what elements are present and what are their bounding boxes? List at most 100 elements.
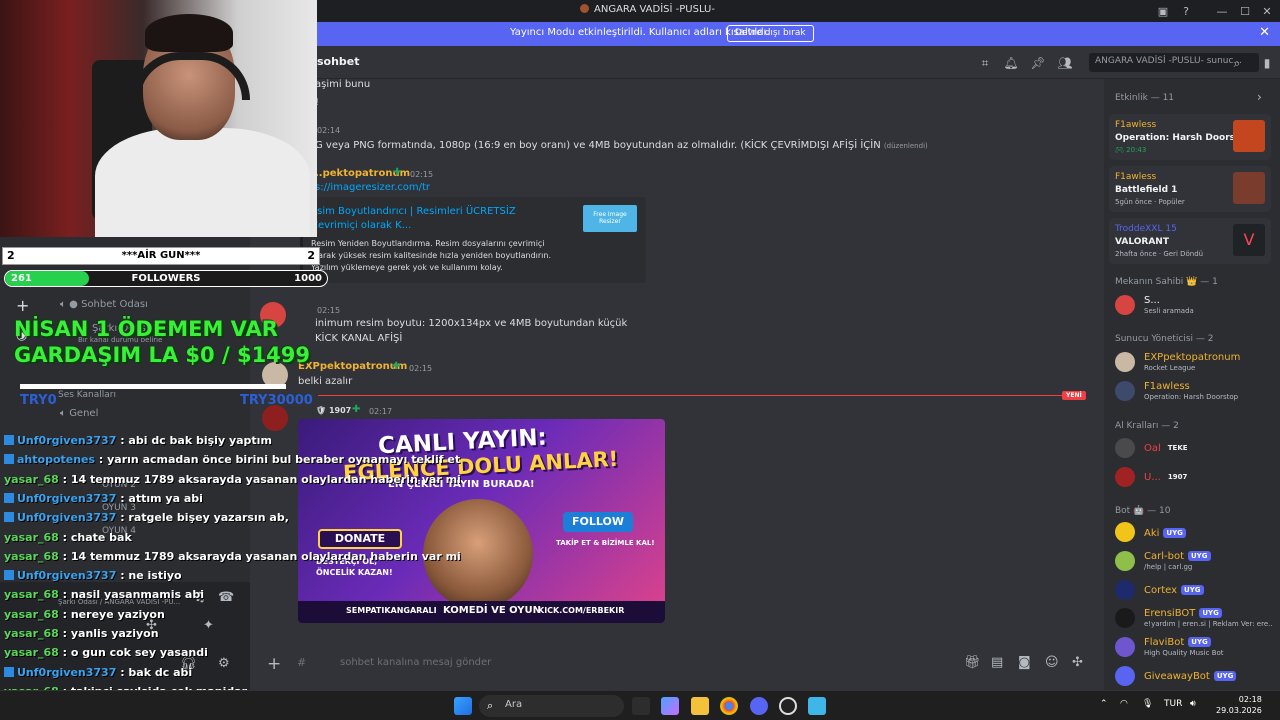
wifi-icon[interactable]: ◠ [1120, 699, 1128, 709]
promo-handle-instagram: SEMPATIKANGARALI [346, 606, 437, 615]
message-input[interactable]: sohbet kanalına mesaj gönder [340, 657, 491, 668]
close-window-icon[interactable]: ✕ [1259, 3, 1275, 19]
search-icon: ⌕ [1233, 55, 1241, 70]
member-name[interactable]: EXPpektopatronum [1144, 352, 1240, 363]
task-view-icon[interactable] [632, 697, 650, 715]
bell-icon[interactable]: 🔔︎ [1003, 55, 1019, 71]
tray-chevron-icon[interactable]: ⌃ [1100, 699, 1108, 709]
stream-chat-text: : o gun cok sey yasandi [58, 646, 208, 659]
new-messages-badge: YENİ [1062, 391, 1086, 400]
start-icon[interactable] [454, 697, 472, 715]
stream-chat-user: yasar_68 [4, 646, 59, 659]
voice-category[interactable]: Ses Kanalları [58, 390, 116, 400]
maximize-icon[interactable]: ☐ [1237, 3, 1253, 19]
obs-icon[interactable] [779, 697, 797, 715]
help-icon[interactable]: ? [1178, 3, 1194, 19]
avatar[interactable] [1115, 381, 1135, 401]
emoji-icon[interactable]: ☺ [1045, 655, 1059, 670]
avatar[interactable] [1115, 438, 1135, 458]
sticker-icon[interactable]: ◙ [1018, 655, 1031, 670]
app-icon[interactable] [808, 697, 826, 715]
streamer-mode-banner: Yayıncı Modu etkinleştirildi. Kullanıcı … [317, 22, 1280, 46]
gun-title: ***AİR GUN*** [121, 250, 201, 261]
stream-chat-text: : yarın acmadan önce birini bul beraber … [95, 453, 461, 466]
stream-chat-user: yasar_68 [4, 473, 59, 486]
chevron-right-icon[interactable]: › [1257, 90, 1262, 104]
stream-promo-image[interactable]: CANLI YAYIN: EĞLENCE DOLU ANLAR! EN ÇEKİ… [298, 419, 665, 623]
avatar[interactable] [1115, 467, 1135, 487]
kick-badge-icon [4, 570, 14, 580]
member-name[interactable]: FlaviBot UYG [1144, 637, 1211, 648]
microphone-icon[interactable]: 🎙︎ [1142, 699, 1153, 709]
chrome-icon[interactable] [720, 697, 738, 715]
avatar[interactable] [1115, 352, 1135, 372]
stream-chat-line: yasar_68 : o gun cok sey yasandi [4, 646, 208, 659]
disable-streamer-mode-button[interactable]: Devre dışı bırak [727, 25, 814, 42]
member-name[interactable]: F1awless [1144, 381, 1190, 392]
stream-chat-user: yasar_68 [4, 608, 59, 621]
discord-icon[interactable] [750, 697, 768, 715]
stream-chat-user: Unf0rgiven3737 [17, 511, 117, 524]
disconnect-icon[interactable]: ☎ [218, 590, 234, 605]
member-name[interactable]: GiveawayBot UYG [1144, 671, 1237, 682]
avatar[interactable] [1115, 522, 1135, 542]
stream-chat-line: yasar_68 : yanlis yaziyon [4, 627, 159, 640]
add-attachment-icon[interactable]: + [267, 654, 281, 674]
role-icon: ✚ [352, 404, 361, 415]
file-explorer-icon[interactable] [691, 697, 709, 715]
embed-thumbnail[interactable]: Free Image Resizer [583, 205, 637, 232]
member-name[interactable]: Carl-bot UYG [1144, 551, 1211, 562]
member-status: Sesli aramada [1144, 307, 1194, 315]
pin-icon[interactable]: 📌︎ [1030, 55, 1046, 71]
copilot-icon[interactable] [661, 697, 679, 715]
taskbar-search[interactable]: Ara [479, 695, 624, 717]
app-badge: UYG [1188, 637, 1211, 647]
activity-card[interactable]: F1awless Operation: Harsh Doorstop 🎮︎ 20… [1109, 114, 1271, 160]
message-timestamp: 02:15 [410, 170, 434, 179]
inbox-bookmark-icon[interactable]: ▮ [1259, 55, 1275, 71]
stream-chat-text: : bak dc abi [116, 666, 193, 679]
banner-close-icon[interactable]: ✕ [1259, 25, 1270, 40]
member-name[interactable]: S... [1144, 295, 1160, 306]
promo-bottom-bar: SEMPATIKANGARALI KOMEDİ VE OYUN KICK.COM… [298, 601, 665, 623]
activity-card[interactable]: F1awless Battlefield 1 5gün önce · Popül… [1109, 166, 1271, 212]
avatar[interactable] [1115, 580, 1135, 600]
message-link[interactable]: s://imageresizer.com/tr [315, 182, 430, 193]
kick-badge-icon [4, 435, 14, 445]
stream-chat-user: yasar_68 [4, 588, 59, 601]
inbox-icon[interactable]: ▣ [1155, 3, 1171, 19]
embed-title[interactable]: esim Boyutlandırıcı | Resimleri ÜCRETSİZ… [311, 205, 561, 233]
activity-title: Battlefield 1 [1115, 185, 1178, 195]
member-name[interactable]: Aki UYG [1144, 528, 1186, 539]
activity-meta: 5gün önce · Popüler [1115, 198, 1185, 206]
member-status: /help | carl.gg [1144, 563, 1193, 571]
speaker-icon[interactable]: 🔊︎ [1190, 699, 1196, 709]
taskbar-clock[interactable]: 02:18 29.03.2026 [1216, 694, 1262, 716]
avatar[interactable] [1115, 637, 1135, 657]
member-name[interactable]: ErensiBOT UYG [1144, 608, 1222, 619]
stream-chat-line: ahtopotenes : yarın acmadan önce birini … [4, 453, 460, 466]
avatar[interactable] [1115, 608, 1135, 628]
gif-icon[interactable]: ▤ [991, 655, 1003, 670]
apps-icon[interactable]: ✣ [1072, 655, 1083, 670]
minimize-icon[interactable]: — [1214, 3, 1230, 19]
avatar[interactable] [1115, 666, 1135, 686]
add-server-icon[interactable]: + [16, 296, 29, 315]
threads-icon[interactable]: ⌗ [977, 55, 993, 71]
member-name[interactable]: Oal TEKE [1144, 443, 1191, 454]
kings-role-header: Al Kralları — 2 [1115, 421, 1179, 431]
avatar[interactable] [1115, 551, 1135, 571]
channel-sohbet-odasi[interactable]: 🔈︎ ● Sohbet Odası [60, 299, 148, 310]
avatar[interactable] [262, 405, 288, 431]
channel-genel[interactable]: 🔈︎ Genel [60, 408, 98, 419]
gift-icon[interactable]: 🎁︎ [964, 655, 981, 670]
settings-gear-icon[interactable]: ⚙ [218, 656, 230, 671]
activity-card[interactable]: TroddeXXL 15 VALORANT 2hafta önce · Geri… [1109, 218, 1271, 264]
member-name[interactable]: U... 1907 [1144, 472, 1191, 483]
member-name[interactable]: Cortex UYG [1144, 585, 1204, 596]
clock-time: 02:18 [1238, 695, 1262, 704]
soundboard-icon[interactable]: ✦ [203, 618, 214, 633]
member-list-icon[interactable]: 👥︎ [1057, 55, 1073, 71]
avatar[interactable] [1115, 295, 1135, 315]
keyboard-language[interactable]: TUR [1164, 699, 1182, 709]
